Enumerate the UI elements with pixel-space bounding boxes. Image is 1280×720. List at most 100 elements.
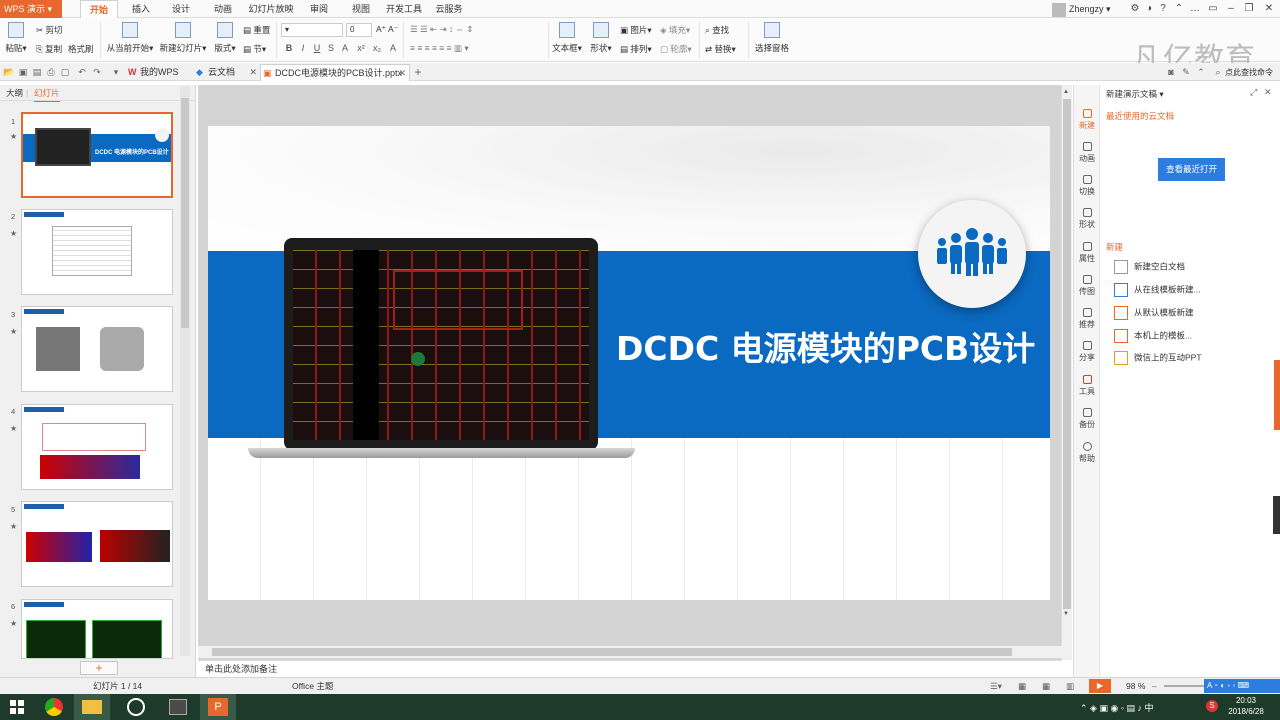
pin-icon[interactable]: ⌃ <box>1195 66 1207 78</box>
font-name-box[interactable]: ▾ <box>281 23 343 37</box>
zoom-slider[interactable] <box>1164 685 1204 687</box>
minimize-icon[interactable]: – <box>1224 2 1238 16</box>
new-from-online-template[interactable]: 从在线模板新建... <box>1114 283 1201 297</box>
tab-slideshow[interactable]: 幻灯片放映 <box>246 0 296 18</box>
floating-toolbar-handle[interactable] <box>1273 496 1280 534</box>
normal-view-icon[interactable]: ▦ <box>1018 678 1026 694</box>
sidebar-new[interactable]: 新建 <box>1074 109 1100 131</box>
new-blank-document[interactable]: 新建空白文档 <box>1114 260 1185 274</box>
picture-button[interactable]: ▣ 图片▾ <box>620 24 652 36</box>
tab-outline[interactable]: 大纲 <box>6 85 23 101</box>
clear-format-icon[interactable]: A <box>388 42 398 54</box>
user-account[interactable]: Zhengzy ▾ <box>1052 0 1111 18</box>
skin-icon[interactable]: ◑ <box>1142 2 1156 16</box>
tab-animation[interactable]: 动画 <box>206 0 240 18</box>
tab-cloud-docs[interactable]: ◆ 云文档 ✕ <box>194 64 260 81</box>
tab-slides[interactable]: 幻灯片 <box>34 85 60 102</box>
slide-thumbnail-6[interactable] <box>21 599 173 659</box>
outline-button[interactable]: ▢ 轮廓▾ <box>660 43 692 55</box>
search-icon[interactable]: ⌕ <box>1212 66 1224 78</box>
customize-icon[interactable]: ▾ <box>110 66 122 78</box>
replace-button[interactable]: ⇄ 替换▾ <box>705 43 736 55</box>
slide-vertical-scrollbar[interactable]: ▲ ▼ <box>1061 85 1072 660</box>
security-app-icon[interactable]: S <box>1206 700 1218 712</box>
tab-current-document[interactable]: ▣ DCDC电源模块的PCB设计.pptx ✕ <box>260 64 410 81</box>
sidebar-transition[interactable]: 切换 <box>1074 175 1100 197</box>
skin-icon[interactable]: ◙ <box>1165 66 1177 78</box>
new-tab-icon[interactable]: + <box>412 66 424 78</box>
slide-horizontal-scrollbar[interactable] <box>198 646 1062 658</box>
copy-button[interactable]: ⎘ 复制 <box>36 43 62 55</box>
tab-my-wps[interactable]: W 我的WPS <box>126 64 194 81</box>
superscript-icon[interactable]: x² <box>356 42 366 54</box>
underline-button[interactable]: U <box>312 42 322 54</box>
local-templates[interactable]: 本机上的模板... <box>1114 329 1192 343</box>
font-size-box[interactable]: 0 <box>346 23 372 37</box>
tab-developer[interactable]: 开发工具 <box>382 0 426 18</box>
sidebar-animation[interactable]: 动画 <box>1074 142 1100 164</box>
grow-font-icon[interactable]: A⁺ A⁻ <box>376 24 398 35</box>
tab-review[interactable]: 审阅 <box>302 0 336 18</box>
notes-pane[interactable]: 单击此处添加备注 <box>198 660 1062 677</box>
find-button[interactable]: ⌕ 查找 <box>705 24 729 36</box>
add-slide-button[interactable]: + <box>80 661 118 675</box>
tab-view[interactable]: 视图 <box>344 0 378 18</box>
bold-button[interactable]: B <box>284 42 294 54</box>
tab-design[interactable]: 设计 <box>164 0 198 18</box>
thumbnail-scrollbar[interactable] <box>180 86 190 656</box>
app-menu-button[interactable]: WPS 演示 ▾ <box>0 0 62 18</box>
paragraph-top-icons[interactable]: ☰ ☰ ⇤ ⇥ ↕ ⇔ ⇕ <box>410 24 474 35</box>
fill-button[interactable]: ◈ 填充▾ <box>660 24 690 36</box>
input-method-bar[interactable]: A ⁃ ◐ ◦ ◦ ⌨ <box>1204 679 1280 693</box>
open-recent-button[interactable]: 查看最近打开 <box>1158 158 1225 181</box>
chrome-icon[interactable] <box>36 694 72 720</box>
new-slide-button[interactable]: 新建幻灯片▾ <box>158 22 208 54</box>
system-tray-icons[interactable]: ⌃ ◈ ▣ ◉ ◦ ▤ ♪ 中 <box>1080 701 1154 714</box>
save-icon[interactable]: ▣ <box>17 66 29 78</box>
paste-button[interactable]: 粘贴▾ <box>0 22 32 54</box>
print-icon[interactable]: ⎙ <box>45 66 57 78</box>
shape-button[interactable]: 形状▾ <box>586 22 616 54</box>
from-current-button[interactable]: 从当前开始▾ <box>106 22 154 54</box>
slide-title[interactable]: DCDC 电源模块的PCB设计 <box>616 322 1035 370</box>
close-tab-icon[interactable]: ✕ <box>249 64 257 80</box>
zoom-level[interactable]: 98 % <box>1126 678 1145 694</box>
settings-icon[interactable]: ⚙ <box>1128 2 1142 16</box>
maximize-icon[interactable]: ❐ <box>1242 2 1256 16</box>
sorter-view-icon[interactable]: ▦ <box>1042 678 1050 694</box>
tab-cloud[interactable]: 云服务 <box>432 0 466 18</box>
pin-icon[interactable]: ⌃ <box>1172 2 1186 16</box>
windows-start-icon[interactable] <box>0 694 34 720</box>
slide-1[interactable]: DCDC 电源模块的PCB设计 <box>208 126 1050 600</box>
system-clock[interactable]: 20:03 2018/6/28 <box>1224 695 1268 717</box>
export-pdf-icon[interactable]: ▤ <box>31 66 43 78</box>
sidebar-upload-image[interactable]: 传图 <box>1074 275 1100 297</box>
tab-home[interactable]: 开始 <box>80 0 118 18</box>
media-icon[interactable] <box>118 694 154 720</box>
strike-button[interactable]: S <box>326 42 336 54</box>
sidebar-tools[interactable]: 工具 <box>1074 375 1100 397</box>
pop-out-icon[interactable]: ⤢ <box>1250 87 1257 98</box>
close-icon[interactable]: ✕ <box>1262 2 1276 16</box>
textbox-button[interactable]: 文本框▾ <box>552 22 582 54</box>
sidebar-recommend[interactable]: 推荐 <box>1074 308 1100 330</box>
section-button[interactable]: ▤ 节▾ <box>243 43 266 55</box>
subscript-icon[interactable]: x₂ <box>372 42 382 54</box>
sidebar-properties[interactable]: 属性 <box>1074 242 1100 264</box>
font-color-icon[interactable]: A <box>340 42 350 54</box>
slide-thumbnail-5[interactable] <box>21 501 173 587</box>
task-pane-header[interactable]: 新建演示文稿 ▾ <box>1106 88 1164 100</box>
restore-ribbon-icon[interactable]: ▭ <box>1206 2 1220 16</box>
italic-button[interactable]: I <box>298 42 308 54</box>
arrange-button[interactable]: ▤ 排列▾ <box>620 43 652 55</box>
slide-thumbnail-1[interactable]: DCDC 电源模块的PCB设计 <box>21 112 173 198</box>
more-icon[interactable]: … <box>1188 2 1202 16</box>
tab-insert[interactable]: 插入 <box>124 0 158 18</box>
open-icon[interactable]: 📂 <box>3 66 15 78</box>
undo-icon[interactable]: ↶ <box>76 66 88 78</box>
cut-button[interactable]: ✂ 剪切 <box>36 24 63 36</box>
pcb-app-icon[interactable] <box>160 694 196 720</box>
sidebar-help[interactable]: 帮助 <box>1074 442 1100 464</box>
new-from-default-template[interactable]: 从默认模板新建 <box>1114 306 1194 320</box>
slide-thumbnail-4[interactable] <box>21 404 173 490</box>
